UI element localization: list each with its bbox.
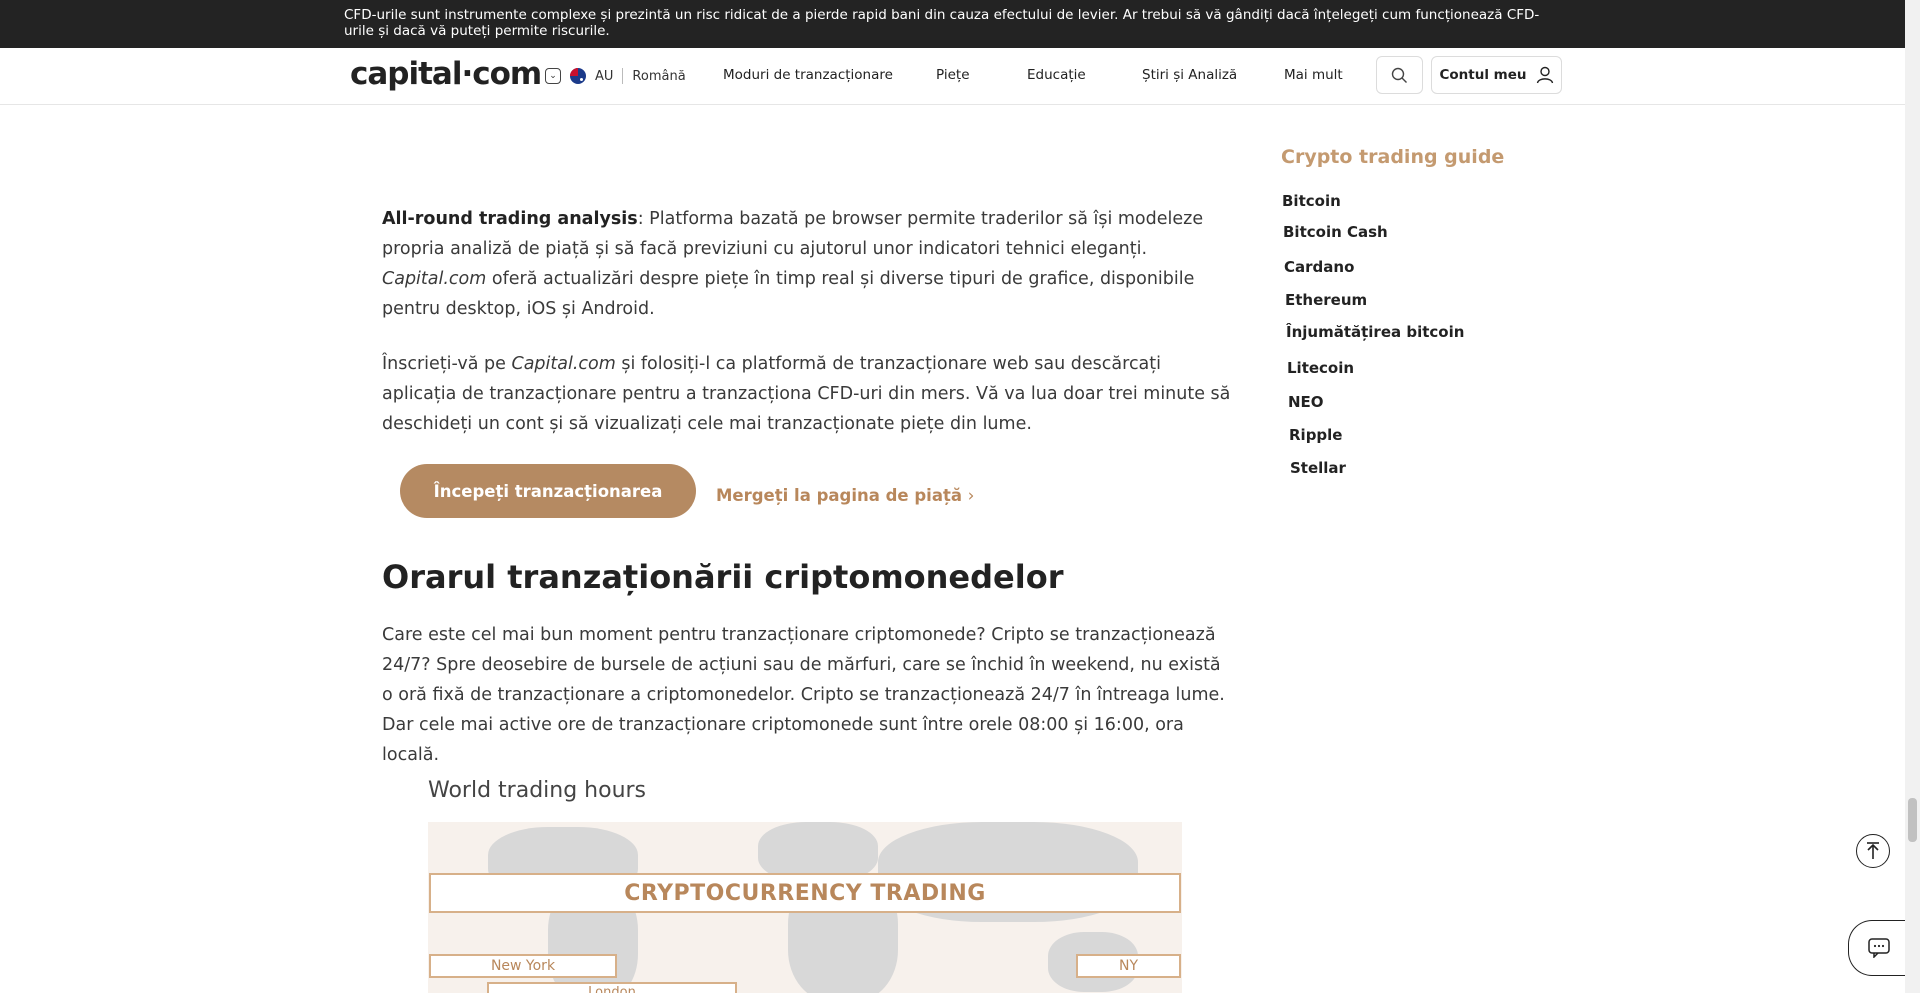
section-heading: Orarul tranzaționării criptomonedelor: [382, 558, 1064, 596]
go-to-market-page-label: Mergeți la pagina de piață: [716, 486, 962, 505]
sidebar-item-bitcoin[interactable]: Bitcoin: [1282, 192, 1341, 210]
paragraph-bold-lead: All-round trading analysis: [382, 209, 638, 229]
start-trading-button[interactable]: Începeți tranzacționarea: [400, 464, 696, 518]
sidebar-item-stellar[interactable]: Stellar: [1290, 459, 1346, 477]
scroll-to-top-button[interactable]: [1856, 834, 1890, 868]
user-icon: [1536, 66, 1553, 84]
chat-icon: [1867, 938, 1890, 958]
nav-trading-modes[interactable]: Moduri de tranzacționare: [723, 67, 893, 83]
city-label-ny: NY: [1076, 954, 1181, 978]
risk-warning-text: CFD-urile sunt instrumente complexe și p…: [344, 7, 1540, 39]
my-account-button[interactable]: Contul meu: [1431, 56, 1562, 94]
capital-com-mention: Capital.com: [511, 354, 616, 374]
arrow-up-icon: [1867, 842, 1879, 859]
chevron-down-icon: ⌄: [545, 68, 561, 84]
risk-warning-banner: CFD-urile sunt instrumente complexe și p…: [0, 0, 1905, 48]
page-scrollbar[interactable]: [1905, 0, 1920, 993]
region-language-selector[interactable]: ⌄ AU Română: [545, 68, 686, 84]
sidebar-item-ripple[interactable]: Ripple: [1289, 426, 1342, 444]
language-label: Română: [632, 68, 686, 84]
australia-flag-icon: [570, 68, 586, 84]
crypto-guide-title: Crypto trading guide: [1281, 146, 1505, 168]
cryptocurrency-trading-banner: CRYPTOCURRENCY TRADING: [429, 873, 1181, 913]
paragraph-text: Înscrieți-vă pe: [382, 354, 512, 374]
nav-markets[interactable]: Piețe: [936, 67, 970, 83]
sidebar-item-cardano[interactable]: Cardano: [1284, 258, 1354, 276]
search-icon: [1391, 67, 1407, 83]
article-paragraph: All-round trading analysis: Platforma ba…: [382, 204, 1232, 324]
figure-title: World trading hours: [428, 778, 647, 803]
scrollbar-thumb[interactable]: [1908, 798, 1917, 842]
sidebar-item-bitcoin-halving[interactable]: Înjumătățirea bitcoin: [1286, 323, 1464, 341]
article-paragraph: Înscrieți-vă pe Capital.com și folosiți-…: [382, 349, 1232, 439]
capital-com-mention: Capital.com: [382, 269, 487, 289]
capital-com-logo[interactable]: capital·com: [350, 56, 542, 92]
nav-more[interactable]: Mai mult: [1284, 67, 1343, 83]
go-to-market-page-link[interactable]: Mergeți la pagina de piață ›: [716, 486, 974, 505]
city-label-london: London: [487, 982, 737, 993]
sidebar-item-litecoin[interactable]: Litecoin: [1287, 359, 1354, 377]
region-label: AU: [595, 68, 614, 84]
my-account-label: Contul meu: [1439, 67, 1527, 83]
divider: [622, 68, 624, 84]
site-header: capital·com ⌄ AU Română Moduri de tranza…: [0, 48, 1905, 105]
nav-news-analysis[interactable]: Știri și Analiză: [1142, 67, 1237, 83]
nav-education[interactable]: Educație: [1027, 67, 1086, 83]
sidebar-item-neo[interactable]: NEO: [1288, 393, 1324, 411]
city-label-new-york: New York: [429, 954, 617, 978]
article-paragraph: Care este cel mai bun moment pentru tran…: [382, 625, 1225, 765]
search-button[interactable]: [1376, 56, 1423, 94]
sidebar-item-bitcoin-cash[interactable]: Bitcoin Cash: [1283, 223, 1388, 241]
chevron-right-icon: ›: [967, 486, 975, 505]
sidebar-item-ethereum[interactable]: Ethereum: [1285, 291, 1367, 309]
paragraph-text: oferă actualizări despre piețe în timp r…: [382, 269, 1195, 319]
chat-button[interactable]: [1848, 920, 1908, 976]
